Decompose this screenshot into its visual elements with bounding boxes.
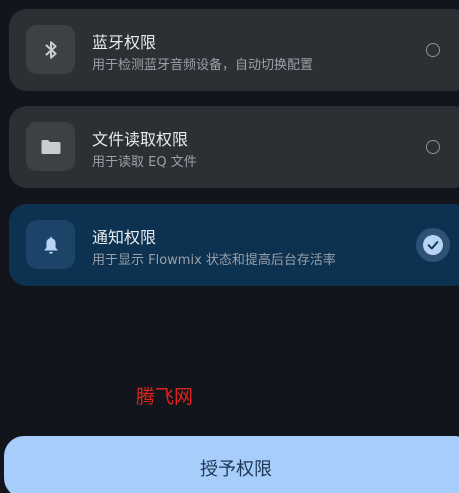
permission-screen: 蓝牙权限 用于检测蓝牙音频设备，自动切换配置 文件读取权限 用于读取 EQ 文件… <box>0 0 459 493</box>
folder-icon <box>41 139 60 154</box>
permission-card-bluetooth[interactable]: 蓝牙权限 用于检测蓝牙音频设备，自动切换配置 <box>9 9 459 91</box>
check-icon <box>427 241 439 250</box>
permission-card-file-read[interactable]: 文件读取权限 用于读取 EQ 文件 <box>9 106 459 188</box>
bell-icon <box>44 236 57 254</box>
permission-title: 蓝牙权限 <box>92 33 157 52</box>
permission-description: 用于检测蓝牙音频设备，自动切换配置 <box>92 58 314 73</box>
watermark-text: 腾飞网 <box>136 386 194 408</box>
bell-icon-tile <box>26 220 75 269</box>
folder-icon-tile <box>26 122 75 171</box>
permission-card-notification[interactable]: 通知权限 用于显示 Flowmix 状态和提高后台存活率 <box>9 204 459 286</box>
grant-permission-button-label: 授予权限 <box>200 459 272 480</box>
permission-description: 用于显示 Flowmix 状态和提高后台存活率 <box>92 253 336 268</box>
radio-unchecked-icon[interactable] <box>426 43 440 57</box>
grant-permission-button[interactable]: 授予权限 <box>4 436 459 493</box>
bluetooth-icon <box>44 40 57 59</box>
permission-title: 文件读取权限 <box>92 130 189 149</box>
check-circle-icon <box>423 235 443 255</box>
bluetooth-icon-tile <box>26 25 75 74</box>
permission-description: 用于读取 EQ 文件 <box>92 155 197 170</box>
checkbox-checked[interactable] <box>416 228 450 262</box>
radio-unchecked-icon[interactable] <box>426 140 440 154</box>
permission-title: 通知权限 <box>92 228 157 247</box>
